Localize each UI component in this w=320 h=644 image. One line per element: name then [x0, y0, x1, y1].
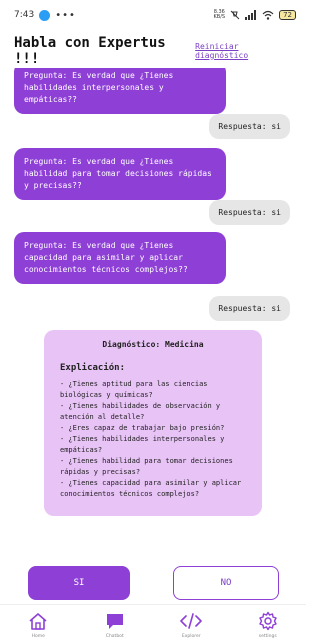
explanation-item: - ¿Tienes capacidad para asimilar y apli… — [60, 479, 242, 498]
clock: 7:43 — [14, 10, 35, 20]
user-answer-bubble: Respuesta: si — [209, 296, 290, 321]
chat-area[interactable]: Pregunta: Es verdad que ¿Tienes habilida… — [0, 68, 306, 560]
home-icon — [27, 611, 49, 631]
explanation-item: - ¿Eres capaz de trabajar bajo presión? — [60, 424, 225, 432]
status-bar: 7:43 ••• 8.36 KB/S 72 — [0, 0, 306, 30]
status-left: 7:43 ••• — [14, 9, 76, 21]
explanation-list: - ¿Tienes aptitud para las ciencias biol… — [60, 379, 246, 500]
more-notifications-icon: ••• — [55, 9, 76, 21]
reset-diagnosis-link[interactable]: Reiniciar diagnóstico — [195, 42, 294, 60]
yes-button[interactable]: SI — [28, 566, 130, 600]
explanation-item: - ¿Tienes habilidades interpersonales y … — [60, 435, 225, 454]
explanation-item: - ¿Tienes habilidades de observación y a… — [60, 402, 221, 421]
user-answer-bubble: Respuesta: si — [209, 200, 290, 225]
status-right: 8.36 KB/S 72 — [214, 10, 296, 20]
nav-label-chatbot: Chatbot — [105, 634, 124, 639]
explanation-item: - ¿Tienes habilidad para tomar decisione… — [60, 457, 233, 476]
nav-item-settings[interactable]: settings — [238, 611, 298, 639]
nav-label-settings: settings — [258, 634, 277, 639]
muted-icon — [230, 10, 240, 20]
page-title: Habla con Expertus !!! — [14, 35, 166, 67]
telegram-icon — [39, 9, 51, 21]
bottom-nav: Home Chatbot Explorer settings — [0, 604, 306, 644]
nav-item-chatbot[interactable]: Chatbot — [85, 611, 145, 639]
bot-question-bubble: Pregunta: Es verdad que ¿Tienes capacida… — [14, 232, 226, 284]
diagnosis-card: Diagnóstico: Medicina Explicación: - ¿Ti… — [44, 330, 262, 516]
bot-question-bubble: Pregunta: Es verdad que ¿Tienes habilida… — [14, 68, 226, 114]
chat-icon — [104, 611, 126, 631]
no-button[interactable]: NO — [173, 566, 279, 600]
wifi-icon — [262, 10, 274, 20]
signal-icon — [245, 10, 257, 20]
bot-question-bubble: Pregunta: Es verdad que ¿Tienes habilida… — [14, 148, 226, 200]
diagnosis-title: Diagnóstico: Medicina — [102, 340, 204, 349]
user-answer-bubble: Respuesta: si — [209, 114, 290, 139]
network-speed: 8.36 KB/S — [214, 10, 226, 20]
nav-item-explorer[interactable]: Explorer — [161, 611, 221, 639]
nav-label-explorer: Explorer — [181, 634, 201, 639]
battery-icon: 72 — [279, 10, 296, 20]
code-icon — [180, 611, 203, 631]
network-speed-unit: KB/S — [213, 14, 226, 20]
explanation-item: - ¿Tienes aptitud para las ciencias biol… — [60, 380, 208, 399]
gear-icon — [257, 611, 279, 631]
nav-item-home[interactable]: Home — [8, 611, 68, 639]
header: Habla con Expertus !!! Reiniciar diagnós… — [0, 35, 306, 67]
nav-label-home: Home — [31, 634, 45, 639]
explanation-heading: Explicación: — [60, 363, 126, 373]
